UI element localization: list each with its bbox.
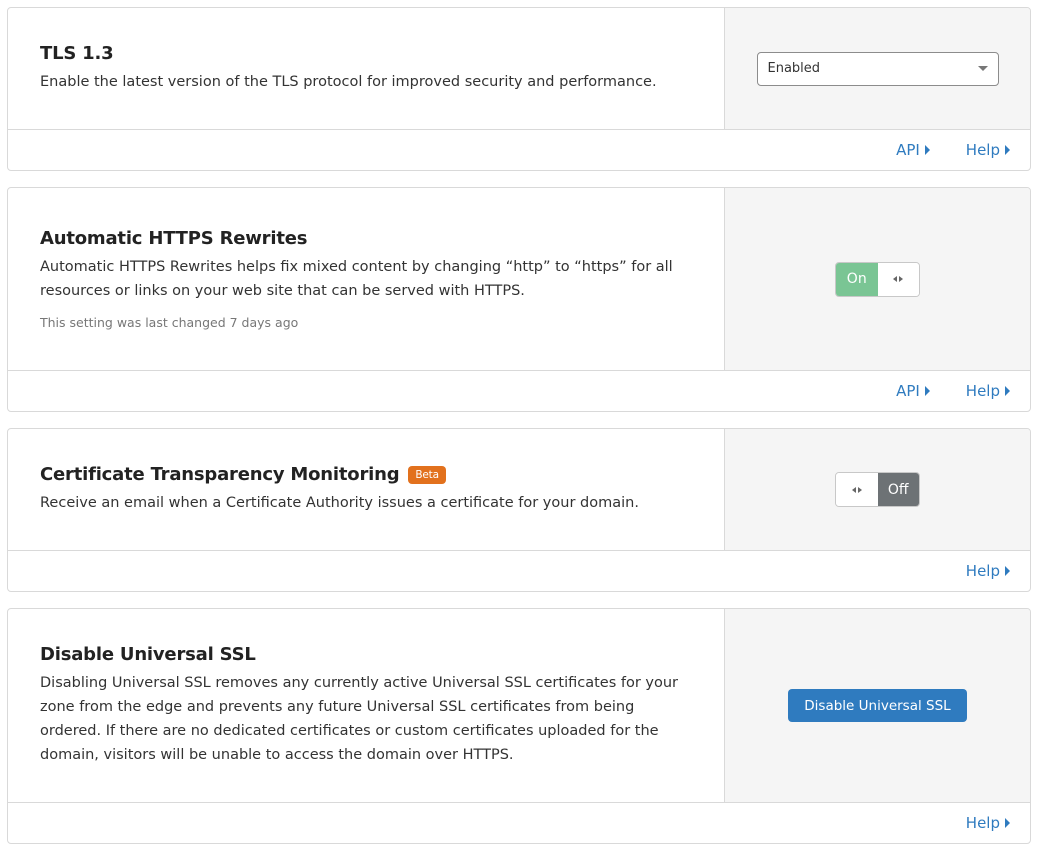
last-changed-text: This setting was last changed 7 days ago [40, 315, 299, 330]
card-body: Automatic HTTPS Rewrites Automatic HTTPS… [8, 188, 1030, 371]
api-link[interactable]: API [896, 141, 930, 159]
toggle-on-label: On [836, 262, 878, 296]
card-title-text: Disable Universal SSL [40, 644, 256, 665]
card-title: Certificate Transparency Monitoring Beta [40, 464, 692, 485]
ct-monitoring-card: Certificate Transparency Monitoring Beta… [7, 428, 1031, 592]
help-link[interactable]: Help [966, 382, 1010, 400]
select-value: Enabled [767, 61, 821, 76]
help-link[interactable]: Help [966, 562, 1010, 580]
toggle-off-label: Off [877, 473, 919, 506]
card-control-panel: Enabled [724, 8, 1030, 129]
ct-monitoring-toggle[interactable]: Off [835, 472, 920, 507]
drag-handle-icon [851, 486, 862, 493]
card-title-text: Automatic HTTPS Rewrites [40, 228, 308, 249]
help-link-label: Help [965, 382, 1000, 400]
card-main: Disable Universal SSL Disabling Universa… [8, 609, 724, 802]
toggle-knob[interactable] [877, 262, 919, 296]
card-footer: Help [8, 551, 1030, 591]
toggle-knob[interactable] [836, 473, 878, 506]
caret-right-icon [1005, 386, 1010, 396]
card-description: Disabling Universal SSL removes any curr… [40, 675, 679, 763]
card-title-text: Certificate Transparency Monitoring [40, 464, 400, 485]
card-title: TLS 1.3 [40, 43, 692, 64]
tls13-select[interactable]: Enabled [756, 51, 999, 86]
card-title: Automatic HTTPS Rewrites [40, 228, 692, 249]
api-link-label: API [896, 382, 920, 400]
api-link-label: API [896, 141, 920, 159]
card-title-text: TLS 1.3 [40, 43, 114, 64]
card-description: Automatic HTTPS Rewrites helps fix mixed… [40, 259, 673, 299]
card-control-panel: Disable Universal SSL [724, 609, 1030, 802]
disable-universal-ssl-card: Disable Universal SSL Disabling Universa… [7, 608, 1031, 844]
card-body: Disable Universal SSL Disabling Universa… [8, 609, 1030, 803]
tls13-card: TLS 1.3 Enable the latest version of the… [7, 7, 1031, 171]
card-footer: API Help [8, 130, 1030, 170]
card-footer: Help [8, 803, 1030, 843]
disable-universal-ssl-button[interactable]: Disable Universal SSL [788, 689, 967, 722]
card-title: Disable Universal SSL [40, 644, 692, 665]
caret-right-icon [1005, 566, 1010, 576]
caret-right-icon [1005, 145, 1010, 155]
card-main: TLS 1.3 Enable the latest version of the… [8, 8, 724, 129]
card-main: Automatic HTTPS Rewrites Automatic HTTPS… [8, 188, 724, 370]
card-description: Receive an email when a Certificate Auth… [40, 495, 639, 511]
card-body: TLS 1.3 Enable the latest version of the… [8, 8, 1030, 130]
api-link[interactable]: API [896, 382, 930, 400]
help-link-label: Help [965, 814, 1000, 832]
help-link[interactable]: Help [966, 814, 1010, 832]
caret-right-icon [924, 145, 930, 155]
card-control-panel: Off [724, 429, 1030, 550]
caret-right-icon [924, 386, 930, 396]
beta-badge: Beta [408, 465, 446, 484]
card-control-panel: On [724, 188, 1030, 370]
https-rewrites-card: Automatic HTTPS Rewrites Automatic HTTPS… [7, 187, 1031, 412]
help-link-label: Help [965, 562, 1000, 580]
help-link[interactable]: Help [966, 141, 1010, 159]
card-body: Certificate Transparency Monitoring Beta… [8, 429, 1030, 551]
card-footer: API Help [8, 371, 1030, 411]
https-rewrites-toggle[interactable]: On [835, 261, 920, 297]
drag-handle-icon [893, 276, 904, 282]
card-main: Certificate Transparency Monitoring Beta… [8, 429, 724, 550]
card-description: Enable the latest version of the TLS pro… [40, 74, 657, 90]
help-link-label: Help [965, 141, 1000, 159]
caret-right-icon [1005, 818, 1010, 828]
chevron-down-icon [977, 66, 988, 71]
